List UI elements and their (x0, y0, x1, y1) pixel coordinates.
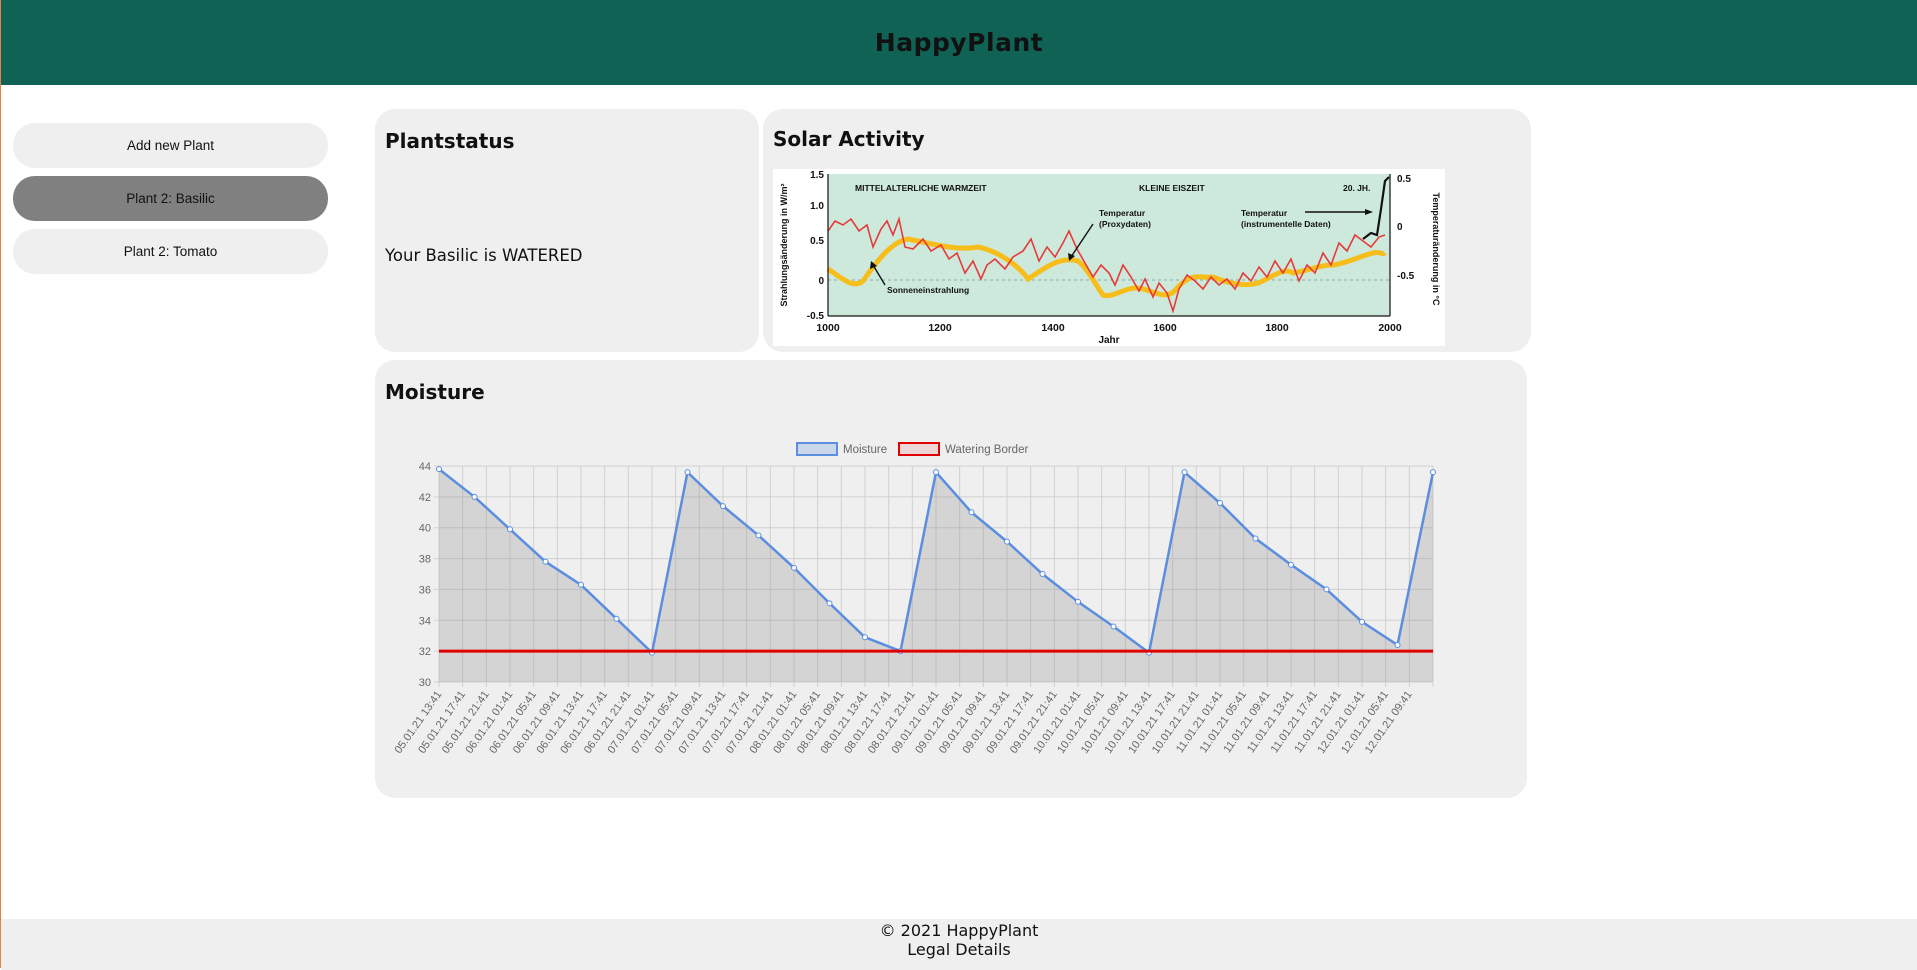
y-tick-label: 40 (419, 523, 431, 535)
sidebar-item-plant-tomato[interactable]: Plant 2: Tomato (13, 229, 328, 274)
sidebar: Add new Plant Plant 2: Basilic Plant 2: … (13, 123, 328, 282)
plantstatus-title: Plantstatus (385, 129, 515, 153)
moisture-point (826, 600, 833, 607)
app-header: HappyPlant (1, 0, 1917, 85)
annotation-text: Sonneneinstrahlung (887, 285, 969, 295)
left-tick-label: 1.0 (810, 201, 824, 212)
annotation-text: (Proxydaten) (1099, 219, 1151, 229)
moisture-point (507, 526, 513, 533)
y-tick-label: 38 (419, 554, 431, 566)
moisture-point (755, 532, 762, 539)
sidebar-item-plant-basilic[interactable]: Plant 2: Basilic (13, 176, 328, 221)
y-tick-label: 42 (419, 492, 431, 504)
moisture-point (684, 469, 691, 476)
moisture-point (1323, 586, 1330, 593)
y-tick-label: 30 (419, 677, 431, 689)
era-label: 20. JH. (1343, 183, 1370, 193)
moisture-point (1075, 598, 1081, 605)
right-tick-label: 0 (1397, 222, 1403, 233)
right-tick-label: -0.5 (1397, 271, 1415, 282)
moisture-chart: 303234363840424405.01.21 13:4105.01.21 1… (393, 442, 1436, 756)
footer: © 2021 HappyPlant Legal Details (1, 919, 1917, 970)
y-tick-label: 32 (419, 646, 431, 658)
moisture-point (578, 581, 584, 588)
x-tick-label: 1200 (928, 322, 952, 334)
moisture-point (436, 466, 442, 473)
era-label: MITTELALTERLICHE WARMZEIT (855, 183, 987, 193)
moisture-point (613, 615, 620, 622)
plantstatus-card: Plantstatus Your Basilic is WATERED (375, 109, 759, 352)
app-title: HappyPlant (874, 28, 1044, 57)
left-axis-label: Strahlungsänderung in W/m² (779, 183, 789, 306)
moisture-point (933, 469, 939, 476)
y-tick-label: 36 (419, 584, 431, 596)
annotation-text: Temperatur (1241, 208, 1288, 218)
legend-border-label: Watering Border (945, 444, 1028, 456)
footer-copyright: © 2021 HappyPlant (879, 921, 1039, 940)
moisture-point (1039, 571, 1046, 577)
moisture-point (720, 503, 726, 510)
annotation-text: (instrumentelle Daten) (1241, 219, 1331, 229)
moisture-point (1181, 469, 1188, 476)
legend-moisture-label: Moisture (843, 444, 887, 456)
moisture-point (542, 558, 549, 565)
legend-border-swatch (898, 442, 940, 456)
legend-moisture-swatch (796, 442, 838, 456)
left-tick-label: -0.5 (807, 311, 825, 322)
right-tick-label: 0.5 (1397, 174, 1411, 185)
left-tick-label: 0 (818, 276, 824, 287)
moisture-point (1252, 535, 1259, 542)
legal-details-link[interactable]: Legal Details (907, 940, 1010, 959)
moisture-point (1359, 618, 1365, 625)
left-tick-label: 1.5 (810, 170, 824, 181)
solar-activity-card: Solar Activity 1.5 1.0 0.5 0 -0.5 0.5 0 … (763, 109, 1531, 352)
solar-activity-title: Solar Activity (773, 127, 925, 151)
moisture-point (791, 564, 797, 571)
left-tick-label: 0.5 (810, 236, 824, 247)
left-edge-line (0, 0, 1, 968)
plantstatus-text: Your Basilic is WATERED (385, 246, 583, 265)
moisture-point (862, 634, 868, 641)
moisture-point (1430, 469, 1436, 476)
x-tick-label: 1400 (1041, 322, 1065, 334)
solar-activity-figure: 1.5 1.0 0.5 0 -0.5 0.5 0 -0.5 1000 1200 … (773, 169, 1445, 346)
x-tick-label: 1000 (816, 322, 840, 334)
moisture-point (1288, 561, 1294, 568)
x-tick-label: 1800 (1265, 322, 1289, 334)
annotation-text: Temperatur (1099, 208, 1146, 218)
moisture-point (1217, 500, 1223, 507)
x-axis-label: Jahr (1098, 335, 1119, 346)
add-new-plant-button[interactable]: Add new Plant (13, 123, 328, 168)
moisture-point (1004, 538, 1010, 545)
moisture-point (1110, 623, 1117, 630)
y-tick-label: 44 (419, 461, 431, 473)
x-tick-label: 1600 (1153, 322, 1177, 334)
right-axis-label: Temperaturänderung in °C (1431, 193, 1441, 306)
x-tick-label: 2000 (1378, 322, 1402, 334)
moisture-point (1394, 641, 1401, 648)
era-label: KLEINE EISZEIT (1139, 183, 1205, 193)
moisture-point (968, 509, 975, 516)
moisture-card: Moisture 30 32 34 36 38 40 42 44 05.01.21 13:41 0… (375, 360, 1527, 798)
moisture-point (471, 493, 478, 500)
y-tick-label: 34 (419, 615, 431, 627)
